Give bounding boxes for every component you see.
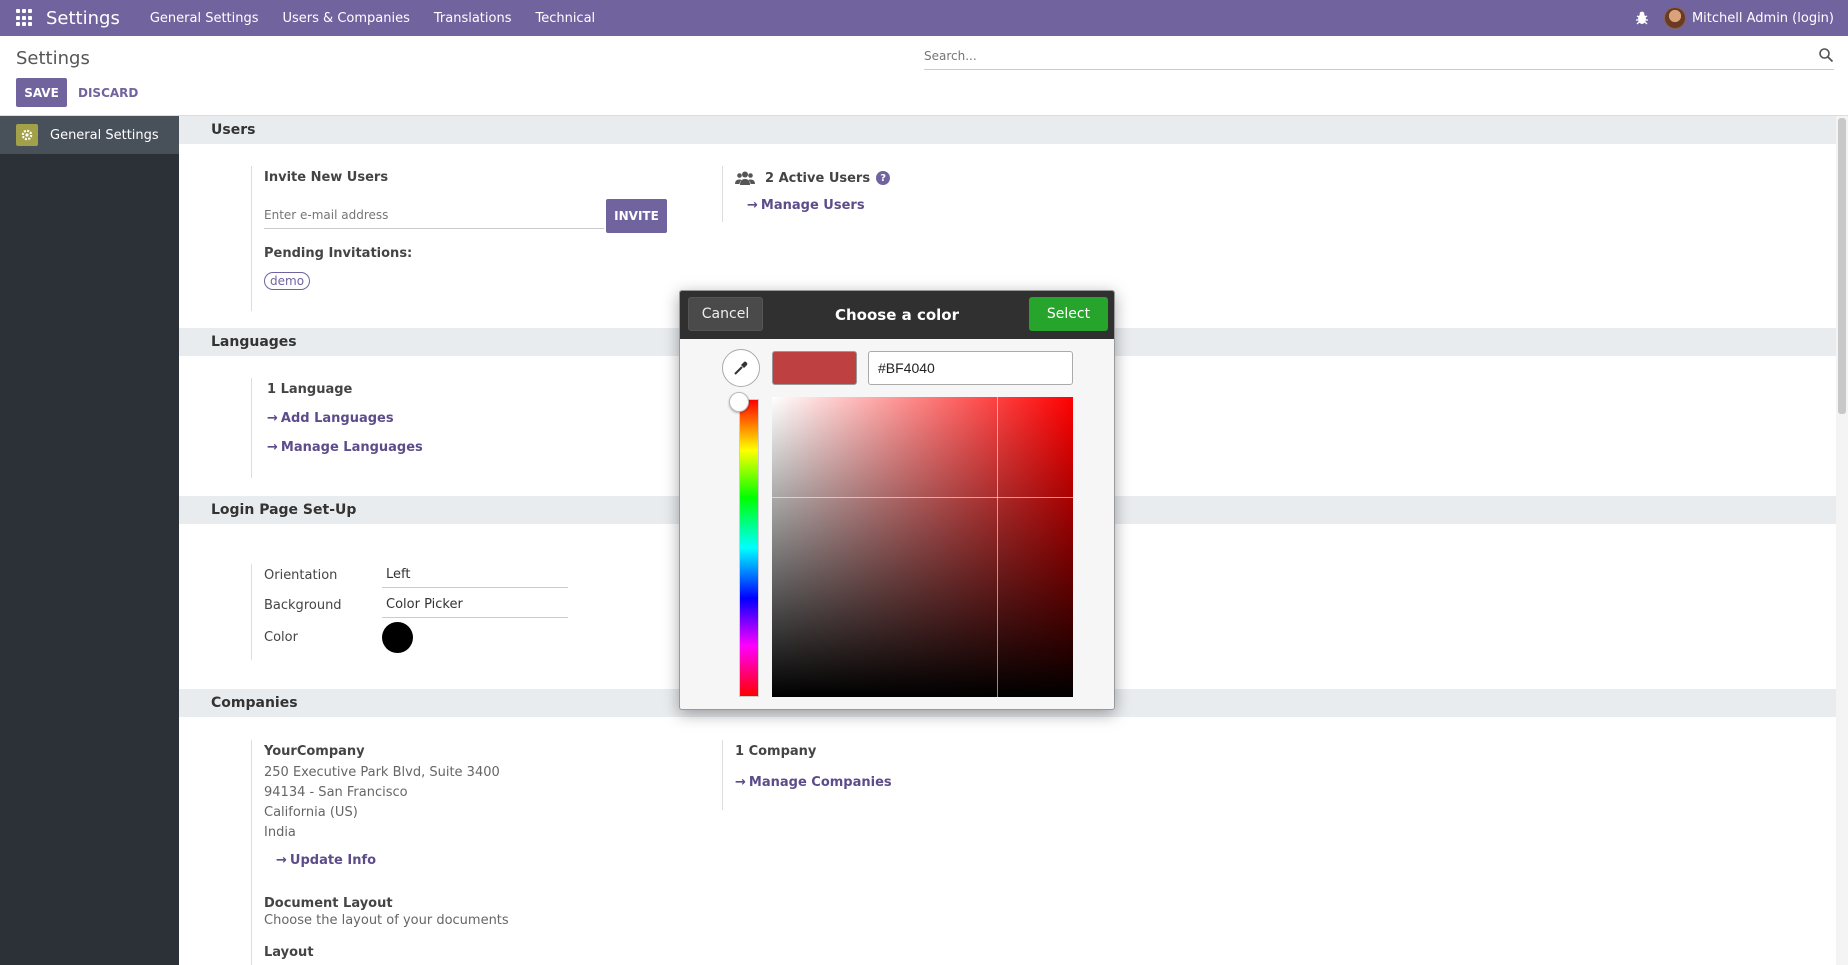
menu-technical[interactable]: Technical	[535, 11, 595, 26]
orientation-select[interactable]: Left	[382, 562, 568, 588]
app-brand[interactable]: Settings	[46, 8, 120, 29]
layout-label: Layout	[264, 945, 314, 960]
pending-invitations-title: Pending Invitations:	[264, 246, 413, 261]
company-name: YourCompany	[264, 744, 365, 759]
users-section-heading: Users	[179, 116, 1848, 144]
company-address-line: 94134 - San Francisco	[264, 785, 408, 800]
current-color-swatch	[772, 351, 857, 385]
color-swatch-button[interactable]	[382, 622, 413, 653]
page-title: Settings	[16, 48, 90, 69]
help-icon[interactable]: ?	[876, 171, 891, 185]
arrow-right-icon: →	[276, 853, 287, 868]
invite-users-block: Invite New Users Pending Invitations: de…	[251, 166, 601, 311]
invite-button[interactable]: INVITE	[606, 199, 667, 233]
picker-crosshair-horizontal	[772, 497, 1073, 498]
navbar-right: Mitchell Admin (login)	[1634, 0, 1834, 36]
color-picker-dialog: Cancel Choose a color Select #BF4040	[679, 290, 1115, 710]
search-bar	[924, 44, 1834, 70]
company-address-line: 250 Executive Park Blvd, Suite 3400	[264, 765, 500, 780]
invite-users-title: Invite New Users	[264, 170, 389, 185]
picker-crosshair-vertical	[997, 397, 998, 697]
document-layout-title: Document Layout	[264, 896, 393, 911]
orientation-row: Orientation Left	[264, 562, 568, 588]
company-count: 1 Company	[735, 744, 817, 759]
menu-general-settings[interactable]: General Settings	[150, 11, 259, 26]
settings-sidebar: General Settings	[0, 116, 179, 965]
pending-invitation-badge[interactable]: demo	[264, 272, 311, 290]
control-panel: Settings SAVE DISCARD	[0, 36, 1848, 116]
hue-slider-handle[interactable]	[729, 392, 749, 412]
scrollbar-thumb[interactable]	[1838, 118, 1846, 414]
background-row: Background Color Picker	[264, 592, 568, 618]
company-count-block: 1 Company → Manage Companies	[722, 740, 972, 810]
arrow-right-icon: →	[735, 775, 746, 790]
color-row: Color	[264, 622, 413, 653]
background-select[interactable]: Color Picker	[382, 592, 568, 618]
top-navbar: Settings General Settings Users & Compan…	[0, 0, 1848, 36]
manage-languages-link[interactable]: → Manage Languages	[267, 440, 551, 455]
users-icon	[735, 171, 755, 185]
cancel-button[interactable]: Cancel	[688, 297, 763, 331]
active-users-count: 2 Active Users	[765, 170, 871, 186]
language-count: 1 Language	[267, 382, 353, 397]
user-avatar[interactable]	[1663, 7, 1686, 29]
menu-translations[interactable]: Translations	[434, 11, 512, 26]
bug-icon[interactable]	[1634, 10, 1650, 26]
search-icon[interactable]	[1818, 47, 1834, 63]
main-scrollbar[interactable]	[1836, 116, 1848, 965]
active-users-block: 2 Active Users ? → Manage Users	[722, 166, 972, 222]
add-languages-link[interactable]: → Add Languages	[267, 411, 551, 426]
saturation-value-picker[interactable]	[772, 397, 1073, 697]
arrow-right-icon: →	[267, 440, 278, 455]
discard-button[interactable]: DISCARD	[78, 78, 138, 107]
hue-slider[interactable]	[739, 399, 759, 697]
arrow-right-icon: →	[747, 198, 758, 213]
search-input[interactable]	[924, 44, 1804, 68]
background-label: Background	[264, 597, 342, 613]
sidebar-item-general-settings[interactable]: General Settings	[0, 116, 179, 154]
arrow-right-icon: →	[267, 411, 278, 426]
color-label: Color	[264, 630, 298, 645]
dialog-header: Cancel Choose a color Select	[680, 291, 1114, 339]
menu-users-companies[interactable]: Users & Companies	[283, 11, 410, 26]
languages-block: 1 Language → Add Languages → Manage Langua…	[251, 378, 551, 478]
save-button[interactable]: SAVE	[16, 78, 67, 107]
select-button[interactable]: Select	[1029, 297, 1108, 331]
company-address-line: California (US)	[264, 805, 358, 820]
manage-companies-link[interactable]: → Manage Companies	[735, 775, 972, 790]
sidebar-item-label: General Settings	[50, 127, 159, 143]
gear-icon	[16, 124, 38, 146]
dialog-title: Choose a color	[834, 306, 959, 324]
update-info-link[interactable]: → Update Info	[276, 853, 601, 868]
eyedropper-icon[interactable]	[722, 349, 760, 387]
invite-email-input[interactable]	[264, 202, 604, 229]
company-address-line: India	[264, 825, 296, 840]
user-menu[interactable]: Mitchell Admin (login)	[1692, 11, 1834, 26]
app-grid-icon[interactable]	[16, 9, 34, 27]
orientation-label: Orientation	[264, 567, 338, 583]
document-layout-desc: Choose the layout of your documents	[264, 913, 509, 928]
manage-users-link[interactable]: → Manage Users	[747, 198, 972, 213]
hex-color-input[interactable]: #BF4040	[868, 351, 1073, 385]
company-info-block: YourCompany 250 Executive Park Blvd, Sui…	[251, 740, 601, 965]
